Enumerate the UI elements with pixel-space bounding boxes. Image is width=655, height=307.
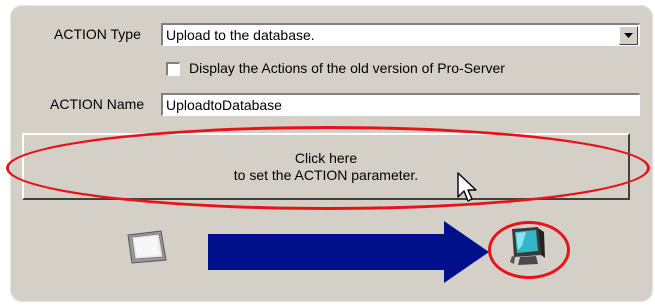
pc-monitor-icon [510, 227, 545, 265]
chevron-down-icon [624, 33, 633, 38]
dropdown-arrow-button[interactable] [619, 26, 638, 45]
display-panel-icon [127, 230, 167, 264]
action-name-label: ACTION Name [50, 96, 145, 112]
parameter-button-line1: Click here [294, 149, 358, 166]
set-action-parameter-button[interactable]: Click here to set the ACTION parameter. [22, 133, 630, 200]
old-version-checkbox[interactable] [166, 62, 180, 76]
action-type-value: Upload to the database. [166, 27, 315, 43]
right-arrow-icon [208, 221, 489, 283]
old-version-checkbox-label[interactable]: Display the Actions of the old version o… [189, 60, 505, 76]
action-type-label: ACTION Type [54, 26, 141, 42]
mouse-cursor-icon [457, 172, 477, 202]
action-type-dropdown[interactable]: Upload to the database. [161, 23, 640, 46]
action-name-value: UploadtoDatabase [166, 97, 282, 113]
action-name-field[interactable]: UploadtoDatabase [161, 93, 640, 116]
parameter-button-line2: to set the ACTION parameter. [233, 166, 419, 183]
